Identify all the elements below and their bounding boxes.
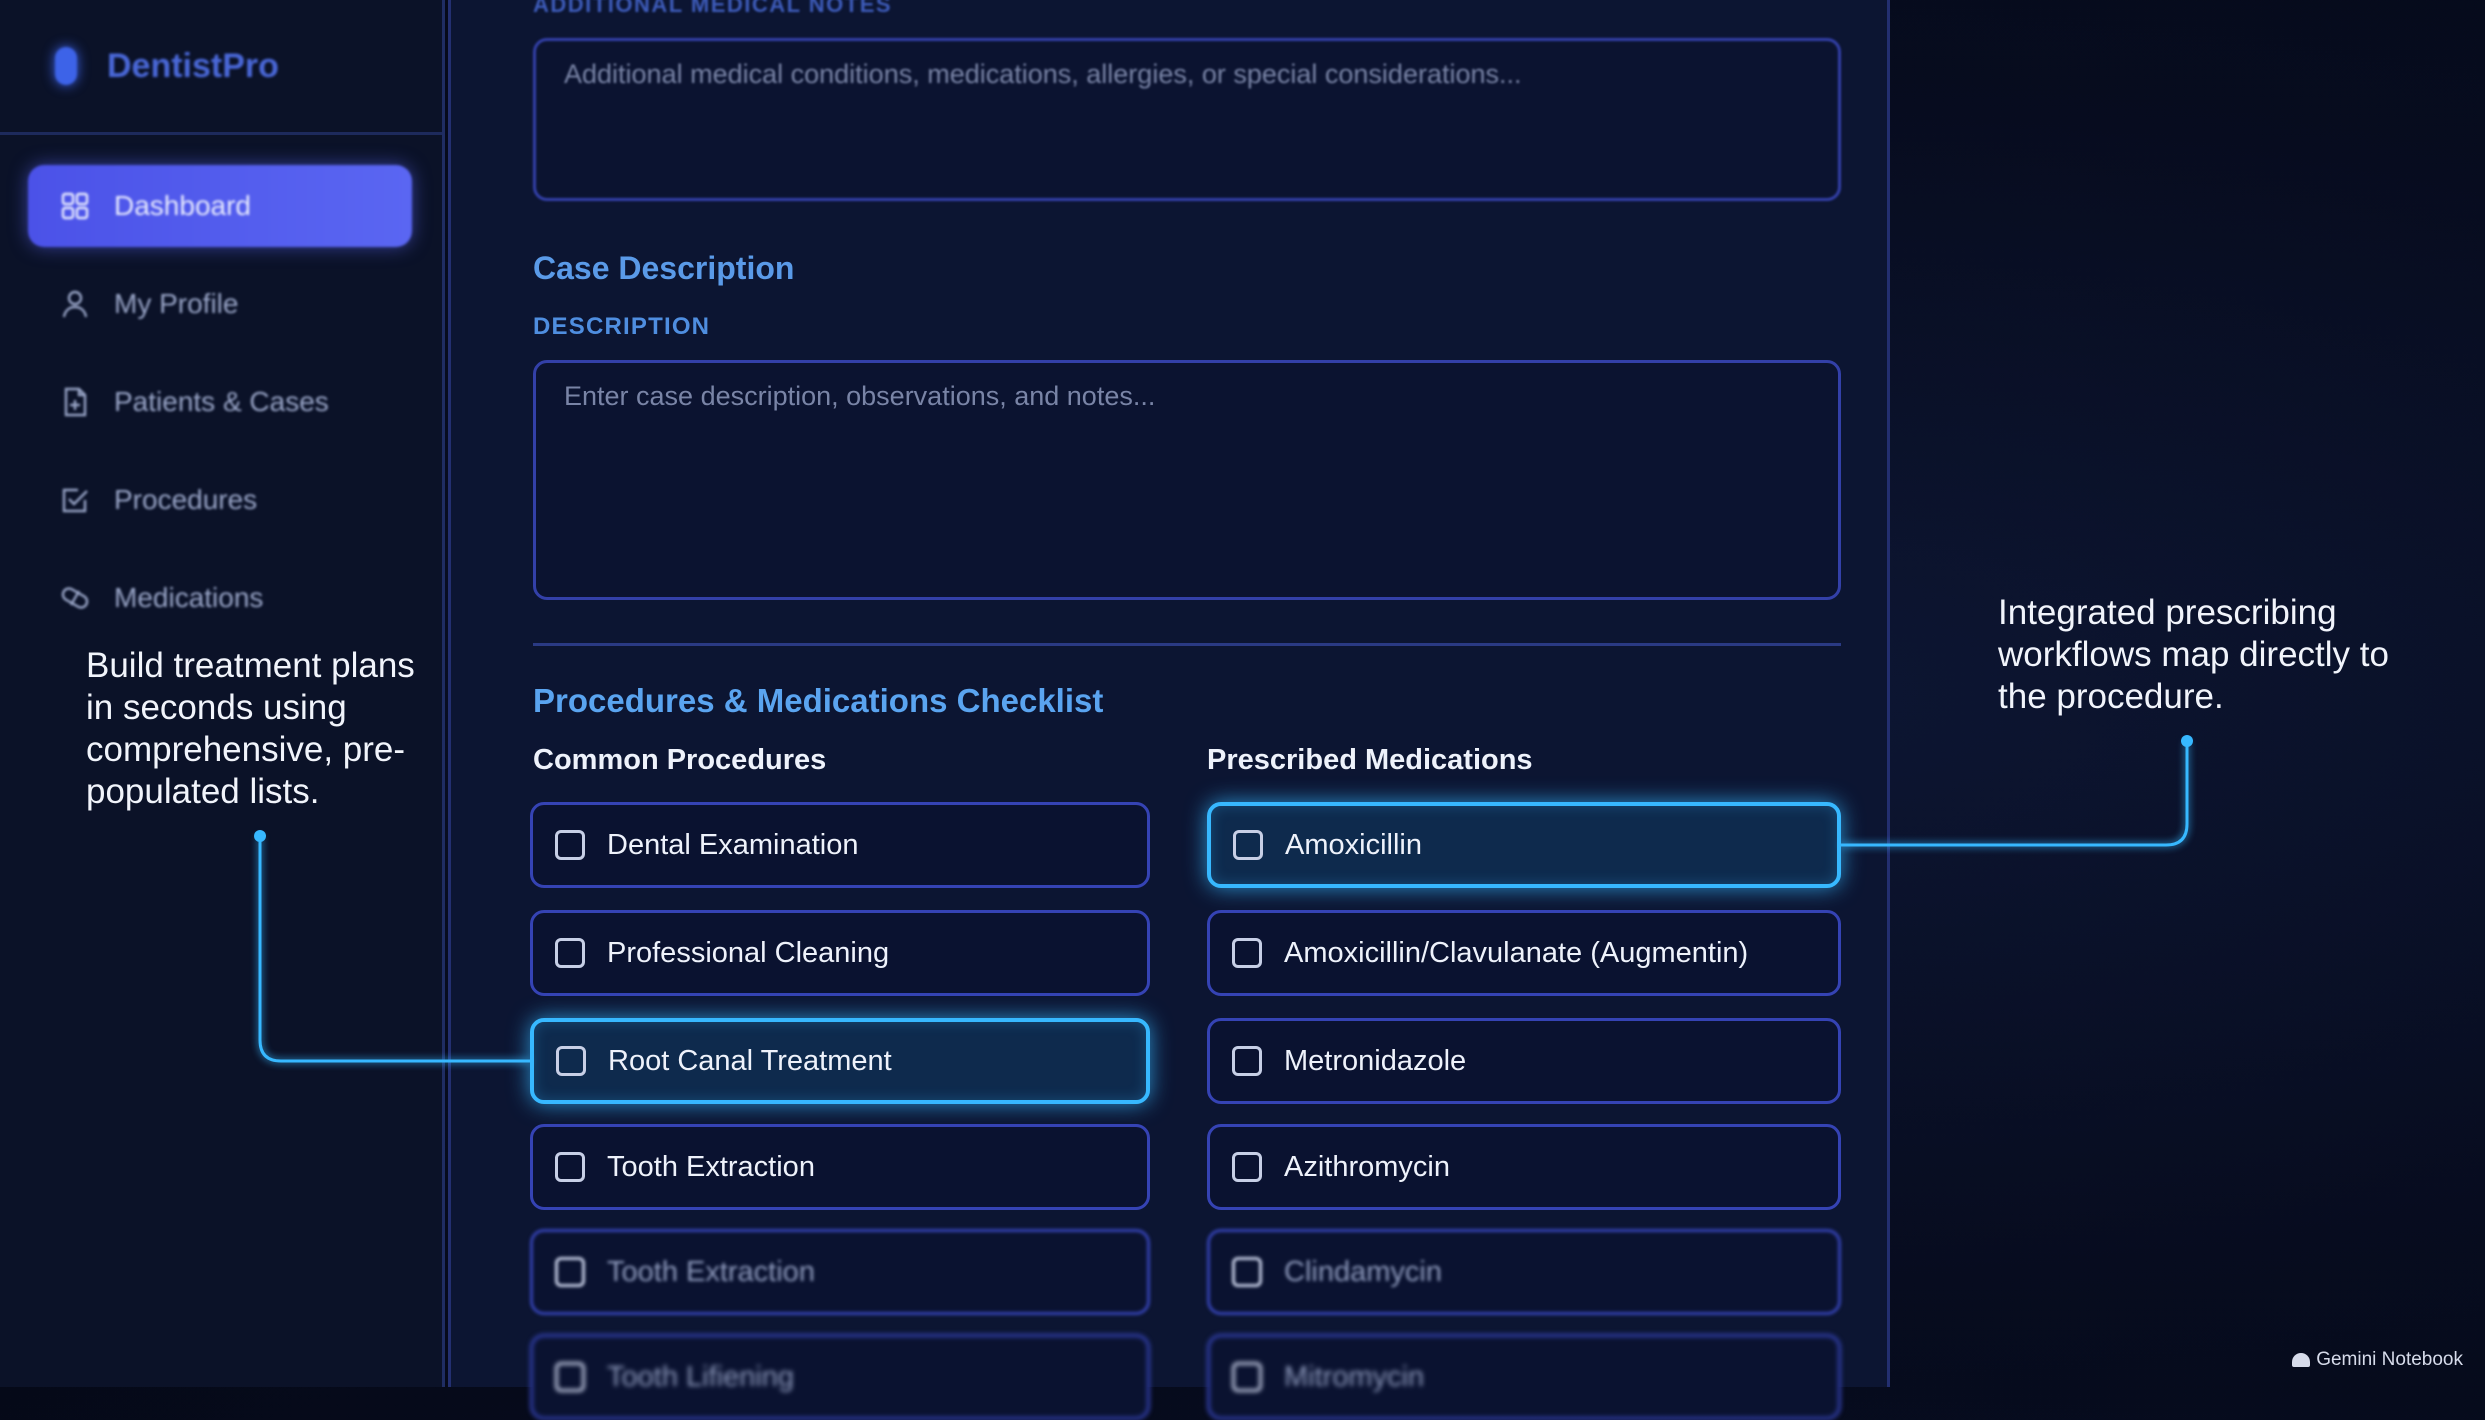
description-label: DESCRIPTION bbox=[533, 313, 711, 340]
medication-item-clindamycin[interactable]: Clindamycin bbox=[1207, 1229, 1841, 1315]
medication-label: Azithromycin bbox=[1284, 1150, 1450, 1183]
sidebar-item-label: Patients & Cases bbox=[114, 386, 329, 417]
sidebar-item-dashboard[interactable]: Dashboard bbox=[28, 165, 412, 247]
sidebar-item-procedures[interactable]: Procedures bbox=[28, 459, 412, 541]
description-placeholder: Enter case description, observations, an… bbox=[564, 381, 1156, 411]
sidebar-item-label: My Profile bbox=[114, 288, 239, 319]
medication-label: Mitromycin bbox=[1284, 1360, 1425, 1393]
medications-heading: Prescribed Medications bbox=[1207, 744, 1533, 776]
checklist-icon bbox=[58, 483, 92, 517]
procedure-label: Root Canal Treatment bbox=[608, 1044, 892, 1077]
checklist-heading: Procedures & Medications Checklist bbox=[533, 682, 1104, 719]
procedure-label: Dental Examination bbox=[607, 828, 859, 861]
medication-item-azithromycin[interactable]: Azithromycin bbox=[1207, 1124, 1841, 1210]
pill-icon bbox=[58, 581, 92, 615]
procedure-item-tooth-extraction[interactable]: Tooth Extraction bbox=[530, 1124, 1150, 1210]
checkbox[interactable] bbox=[556, 1046, 586, 1076]
checkbox[interactable] bbox=[1232, 1362, 1262, 1392]
annotation-left: Build treatment plans in seconds using c… bbox=[86, 646, 415, 811]
user-icon bbox=[58, 287, 92, 321]
procedure-item-partial[interactable]: Tooth Lifiening bbox=[530, 1334, 1150, 1420]
checkbox[interactable] bbox=[555, 1362, 585, 1392]
medication-item-partial[interactable]: Mitromycin bbox=[1207, 1334, 1841, 1420]
procedure-label: Tooth Extraction bbox=[607, 1255, 815, 1288]
medication-item-amoxicillin[interactable]: Amoxicillin bbox=[1207, 802, 1841, 888]
checkbox[interactable] bbox=[555, 1152, 585, 1182]
medication-label: Amoxicillin/Clavulanate (Augmentin) bbox=[1284, 936, 1749, 969]
right-connector-dot bbox=[2181, 735, 2193, 747]
checkbox[interactable] bbox=[1232, 938, 1262, 968]
sidebar-item-patients-cases[interactable]: Patients & Cases bbox=[28, 361, 412, 443]
medication-label: Clindamycin bbox=[1284, 1255, 1442, 1288]
checkbox[interactable] bbox=[1232, 1257, 1262, 1287]
procedure-item-root-canal[interactable]: Root Canal Treatment bbox=[530, 1018, 1150, 1104]
medication-item-metronidazole[interactable]: Metronidazole bbox=[1207, 1018, 1841, 1104]
checkbox[interactable] bbox=[1233, 830, 1263, 860]
checkbox[interactable] bbox=[1232, 1046, 1262, 1076]
medication-label: Metronidazole bbox=[1284, 1044, 1467, 1077]
case-heading: Case Description bbox=[533, 250, 795, 286]
medication-item-augmentin[interactable]: Amoxicillin/Clavulanate (Augmentin) bbox=[1207, 910, 1841, 996]
notebook-icon bbox=[2292, 1353, 2311, 1367]
watermark-text: Gemini Notebook bbox=[2316, 1349, 2463, 1370]
grid-icon bbox=[58, 189, 92, 223]
procedure-label: Professional Cleaning bbox=[607, 936, 890, 969]
checkbox[interactable] bbox=[555, 830, 585, 860]
medical-notes-label: ADDITIONAL MEDICAL NOTES bbox=[533, 0, 893, 17]
sidebar-item-my-profile[interactable]: My Profile bbox=[28, 263, 412, 345]
medication-label: Amoxicillin bbox=[1285, 828, 1422, 861]
description-field[interactable]: Enter case description, observations, an… bbox=[533, 360, 1841, 600]
sidebar-item-label: Procedures bbox=[114, 484, 258, 515]
document-icon bbox=[58, 385, 92, 419]
checkbox[interactable] bbox=[1232, 1152, 1262, 1182]
procedure-label: Tooth Extraction bbox=[607, 1150, 815, 1183]
procedure-item-professional-cleaning[interactable]: Professional Cleaning bbox=[530, 910, 1150, 996]
section-divider bbox=[533, 643, 1841, 646]
sidebar-item-label: Dashboard bbox=[114, 190, 251, 221]
annotation-right: Integrated prescribing workflows map dir… bbox=[1998, 593, 2389, 716]
brand[interactable]: DentistPro bbox=[55, 38, 279, 94]
checkbox[interactable] bbox=[555, 938, 585, 968]
sidebar-item-medications[interactable]: Medications bbox=[28, 557, 412, 639]
procedures-heading: Common Procedures bbox=[533, 744, 827, 776]
procedure-item-dental-examination[interactable]: Dental Examination bbox=[530, 802, 1150, 888]
watermark: Gemini Notebook bbox=[2292, 1349, 2463, 1371]
checkbox[interactable] bbox=[555, 1257, 585, 1287]
sidebar-item-label: Medications bbox=[114, 582, 264, 613]
medical-notes-placeholder: Additional medical conditions, medicatio… bbox=[564, 59, 1522, 89]
procedure-item-tooth-extraction-2[interactable]: Tooth Extraction bbox=[530, 1229, 1150, 1315]
procedure-label: Tooth Lifiening bbox=[607, 1360, 795, 1393]
medical-notes-field[interactable]: Additional medical conditions, medicatio… bbox=[533, 38, 1841, 201]
sidebar-divider bbox=[0, 132, 442, 135]
logo-icon bbox=[55, 47, 77, 85]
brand-name: DentistPro bbox=[107, 46, 279, 85]
right-connector-line bbox=[1841, 741, 2189, 847]
